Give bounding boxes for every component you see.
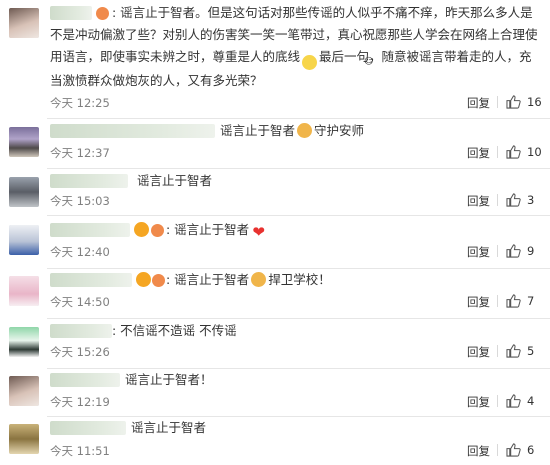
avatar[interactable] <box>9 127 39 157</box>
comment-text-part: : 谣言止于智者 <box>166 272 250 287</box>
thumbs-up-icon[interactable] <box>506 443 521 457</box>
comment-time: 今天 12:40 <box>50 245 110 259</box>
comment-item: 谣言止于智者！ 今天 12:19 回复 4 <box>0 368 550 416</box>
comment-text-part: 捍卫学校！ <box>268 272 331 287</box>
avatar[interactable] <box>9 376 39 406</box>
reply-button[interactable]: 回复 <box>467 145 490 161</box>
avatar[interactable] <box>9 327 39 357</box>
separator <box>497 444 498 456</box>
comment-text-part: 守护安师 <box>314 123 365 138</box>
like-count: 5 <box>527 344 535 358</box>
comment-item: : 谣言止于智者 捍卫学校！ 今天 14:50 回复 7 <box>0 268 550 318</box>
separator <box>497 146 498 158</box>
thumbs-up-icon[interactable] <box>506 145 521 159</box>
reply-button[interactable]: 回复 <box>467 244 490 260</box>
comment-item: 谣言止于智者 守护安师 今天 12:37 回复 10 <box>0 118 550 168</box>
user-badge-icon <box>136 272 151 287</box>
like-count: 16 <box>527 95 542 109</box>
comment-text: 谣言止于智者 <box>137 170 542 192</box>
thumbs-up-icon[interactable] <box>506 394 521 408</box>
comment-text-part: 谣言止于智者！ <box>125 372 213 387</box>
comment-text-part: : 谣言止于智者 <box>166 222 250 237</box>
comment-list: : 谣言止于智者。但是这句话对那些传谣的人似乎不痛不痒，昨天那么多人是不是冲动偏… <box>0 0 550 465</box>
like-count: 10 <box>527 145 542 159</box>
like-count: 4 <box>527 394 535 408</box>
comment-item: 谣言止于智者 今天 11:51 回复 6 <box>0 416 550 465</box>
username-redacted[interactable] <box>50 223 130 237</box>
username-redacted[interactable] <box>50 373 120 387</box>
smile-emoji-icon: ☺ <box>302 55 373 70</box>
reply-button[interactable]: 回复 <box>467 294 490 310</box>
heart-emoji-icon: ❤ <box>252 223 265 241</box>
comment-time: 今天 15:26 <box>50 345 110 359</box>
comment-item: : 不信谣不造谣 不传谣 今天 15:26 回复 5 <box>0 318 550 368</box>
reply-button[interactable]: 回复 <box>467 344 490 360</box>
thumbs-up-icon[interactable] <box>506 95 521 109</box>
separator <box>497 345 498 357</box>
comment-text: : 谣言止于智者。但是这句话对那些传谣的人似乎不痛不痒，昨天那么多人是不是冲动偏… <box>50 2 542 92</box>
avatar[interactable] <box>9 177 39 207</box>
comment-time: 今天 12:25 <box>50 96 110 110</box>
reply-button[interactable]: 回复 <box>467 443 490 459</box>
comment-text-part: 谣言止于智者 <box>131 420 207 435</box>
comment-time: 今天 12:19 <box>50 395 110 409</box>
avatar[interactable] <box>9 8 39 38</box>
separator <box>497 245 498 257</box>
thumbs-up-icon[interactable] <box>506 294 521 308</box>
avatar[interactable] <box>9 225 39 255</box>
username-redacted[interactable] <box>50 273 132 287</box>
user-badge-icon <box>151 224 164 237</box>
username-redacted[interactable] <box>50 124 215 138</box>
muscle-emoji-icon <box>251 272 267 287</box>
comment-time: 今天 14:50 <box>50 295 110 309</box>
comment-item: : 谣言止于智者 ❤ 今天 12:40 回复 9 <box>0 215 550 268</box>
comment-text: : 谣言止于智者 捍卫学校！ <box>166 269 542 291</box>
username-redacted[interactable] <box>50 174 128 188</box>
like-count: 3 <box>527 193 535 207</box>
like-count: 6 <box>527 443 535 457</box>
comment-text-part: 谣言止于智者 <box>220 123 296 138</box>
comment-time: 今天 12:37 <box>50 146 110 160</box>
separator <box>497 395 498 407</box>
comment-text-part: 谣言止于智者 <box>137 173 213 188</box>
username-redacted[interactable] <box>50 324 112 338</box>
muscle-emoji-icon <box>297 123 313 138</box>
thumbs-up-icon[interactable] <box>506 344 521 358</box>
separator <box>497 194 498 206</box>
separator <box>497 96 498 108</box>
separator <box>497 295 498 307</box>
user-badge-icon <box>134 222 149 237</box>
avatar[interactable] <box>9 276 39 306</box>
reply-button[interactable]: 回复 <box>467 95 490 111</box>
avatar[interactable] <box>9 424 39 454</box>
user-badge-icon <box>152 274 165 287</box>
like-count: 7 <box>527 294 535 308</box>
comment-item: 谣言止于智者 今天 15:03 回复 3 <box>0 168 550 215</box>
thumbs-up-icon[interactable] <box>506 193 521 207</box>
comment-text-part: : 不信谣不造谣 不传谣 <box>112 323 237 338</box>
comment-text: 谣言止于智者！ <box>125 369 542 391</box>
reply-button[interactable]: 回复 <box>467 394 490 410</box>
thumbs-up-icon[interactable] <box>506 244 521 258</box>
like-count: 9 <box>527 244 535 258</box>
comment-time: 今天 11:51 <box>50 444 110 458</box>
comment-time: 今天 15:03 <box>50 194 110 208</box>
comment-text: : 不信谣不造谣 不传谣 <box>112 320 542 342</box>
comment-text: 谣言止于智者 <box>131 417 542 439</box>
comment-item: : 谣言止于智者。但是这句话对那些传谣的人似乎不痛不痒，昨天那么多人是不是冲动偏… <box>0 0 550 118</box>
comment-text: : 谣言止于智者 ❤ <box>166 219 542 241</box>
username-redacted[interactable] <box>50 421 126 435</box>
reply-button[interactable]: 回复 <box>467 193 490 209</box>
comment-text: 谣言止于智者 守护安师 <box>220 120 542 142</box>
